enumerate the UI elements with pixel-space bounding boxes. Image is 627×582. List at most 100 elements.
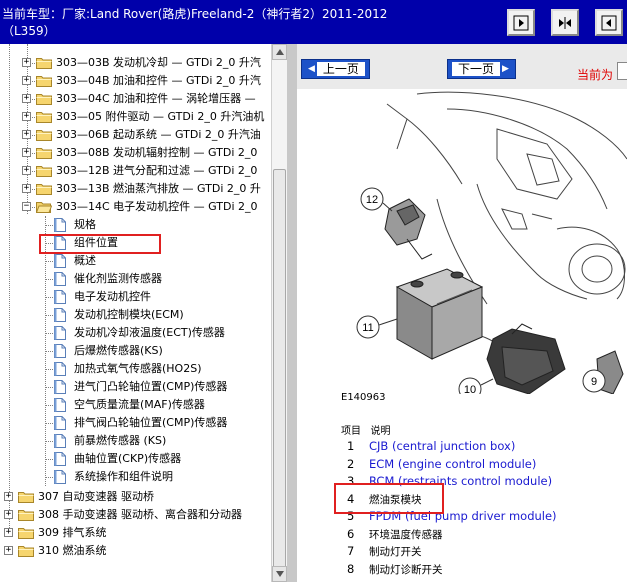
vehicle-title: 当前车型：厂家:Land Rover(路虎)Freeland-2（神行者2）20… xyxy=(2,7,388,38)
tree-folder-label: 303—04B 加油和控件 — GTDi 2_0 升汽 xyxy=(56,74,261,87)
tree-folder-item[interactable]: +309 排气系统 xyxy=(0,524,271,542)
tree-folder-label: 303—14C 电子发动机控件 — GTDi 2_0 xyxy=(56,200,258,213)
selected-item-highlight xyxy=(39,234,161,254)
document-icon xyxy=(54,326,66,340)
tree-folder-label: 303—12B 进气分配和过滤 — GTDi 2_0 xyxy=(56,164,258,177)
legend-number: 1 xyxy=(347,439,355,453)
folder-icon xyxy=(36,75,52,87)
callout-11: 11 xyxy=(362,322,373,334)
expand-icon[interactable]: + xyxy=(22,58,31,67)
tree-folder-item[interactable]: +308 手动变速器 驱动桥、离合器和分动器 xyxy=(0,506,271,524)
legend-text: 制动灯诊断开关 xyxy=(369,563,443,576)
tree-folder-item[interactable]: − 303—14C 电子发动机控件 — GTDi 2_0 xyxy=(0,198,271,216)
split-view-button[interactable] xyxy=(551,9,579,36)
expand-icon[interactable]: + xyxy=(4,528,13,537)
tree-doc-item[interactable]: 电子发动机控件 xyxy=(0,288,271,306)
tree-folder-label: 303—03B 发动机冷却 — GTDi 2_0 升汽 xyxy=(56,56,261,69)
expand-right-button[interactable] xyxy=(507,9,535,36)
tree-doc-label: 空气质量流量(MAF)传感器 xyxy=(74,398,205,411)
legend-number: 7 xyxy=(347,544,355,558)
tree-folder-label: 307 自动变速器 驱动桥 xyxy=(38,490,154,503)
tree-folder-item[interactable]: +303—04C 加油和控件 — 涡轮增压器 — xyxy=(0,90,271,108)
expand-icon[interactable]: + xyxy=(4,510,13,519)
tree-scrollbar[interactable] xyxy=(271,44,287,582)
tree-doc-label: 发动机控制模块(ECM) xyxy=(74,308,184,321)
expand-icon[interactable]: + xyxy=(22,148,31,157)
triangle-down-icon xyxy=(275,571,284,577)
callout-9: 9 xyxy=(591,376,597,388)
document-icon xyxy=(54,290,66,304)
folder-icon xyxy=(36,129,52,141)
tree-doc-item[interactable]: 发动机冷却液温度(ECT)传感器 xyxy=(0,324,271,342)
arrow-left-icon: ◀ xyxy=(308,64,315,74)
tree-folder-item[interactable]: +303—03B 发动机冷却 — GTDi 2_0 升汽 xyxy=(0,54,271,72)
document-icon xyxy=(54,416,66,430)
current-page-input[interactable] xyxy=(617,62,627,80)
expand-icon[interactable]: + xyxy=(22,166,31,175)
folder-icon xyxy=(36,93,52,105)
tree-doc-item[interactable]: 发动机控制模块(ECM) xyxy=(0,306,271,324)
tree-doc-item[interactable]: 概述 xyxy=(0,252,271,270)
tree-doc-item[interactable]: 规格 xyxy=(0,216,271,234)
pane-splitter[interactable] xyxy=(287,44,297,582)
expand-icon[interactable]: + xyxy=(4,546,13,555)
scroll-up-button[interactable] xyxy=(272,44,287,60)
scroll-thumb[interactable] xyxy=(273,169,286,582)
next-page-button[interactable]: 下一页 ▶ xyxy=(447,59,516,79)
tree-folder-label: 308 手动变速器 驱动桥、离合器和分动器 xyxy=(38,508,242,521)
tree-doc-item[interactable]: 空气质量流量(MAF)传感器 xyxy=(0,396,271,414)
expand-icon[interactable]: + xyxy=(22,76,31,85)
expand-icon[interactable]: + xyxy=(22,112,31,121)
tree-doc-label: 后爆燃传感器(KS) xyxy=(74,344,163,357)
legend-link[interactable]: CJB (central junction box) xyxy=(369,439,515,453)
tree-doc-item[interactable]: 催化剂监测传感器 xyxy=(0,270,271,288)
folder-icon xyxy=(36,165,52,177)
tree-doc-item[interactable]: 后爆燃传感器(KS) xyxy=(0,342,271,360)
legend-row[interactable]: 2 ECM (engine control module) xyxy=(347,455,536,473)
scroll-down-button[interactable] xyxy=(272,566,287,582)
collapse-icon[interactable]: − xyxy=(22,202,31,211)
tree-doc-label: 加热式氧气传感器(HO2S) xyxy=(74,362,202,375)
tree-folder-item[interactable]: +303—12B 进气分配和过滤 — GTDi 2_0 xyxy=(0,162,271,180)
component-11-battery xyxy=(395,268,484,360)
content-pane: ◀ 上一页 下一页 ▶ 当前为 12 11 10 9 E140963 项目 说明… xyxy=(297,44,627,582)
tree-panel: +303—03B 发动机冷却 — GTDi 2_0 升汽 +303—04B 加油和… xyxy=(0,44,271,582)
folder-icon xyxy=(18,491,34,503)
tree-folder-item[interactable]: +307 自动变速器 驱动桥 xyxy=(0,488,271,506)
callout-10: 10 xyxy=(464,384,476,394)
tree-doc-item[interactable]: 系统操作和组件说明 xyxy=(0,468,271,486)
title-bar: 当前车型：厂家:Land Rover(路虎)Freeland-2（神行者2）20… xyxy=(0,0,627,44)
tree-folder-item[interactable]: +310 燃油系统 xyxy=(0,542,271,560)
tree-doc-item[interactable]: 进气门凸轮轴位置(CMP)传感器 xyxy=(0,378,271,396)
document-icon xyxy=(54,362,66,376)
document-icon xyxy=(54,308,66,322)
tree-doc-label: 系统操作和组件说明 xyxy=(74,470,173,483)
document-icon xyxy=(54,344,66,358)
arrow-left-icon xyxy=(601,15,617,30)
prev-page-button[interactable]: ◀ 上一页 xyxy=(301,59,370,79)
expand-icon[interactable]: + xyxy=(22,184,31,193)
tree-folder-item[interactable]: +303—08B 发动机辐射控制 — GTDi 2_0 xyxy=(0,144,271,162)
legend-link[interactable]: ECM (engine control module) xyxy=(369,457,536,471)
legend-text: 环境温度传感器 xyxy=(369,528,443,541)
tree-doc-item[interactable]: 加热式氧气传感器(HO2S) xyxy=(0,360,271,378)
tree-doc-label: 电子发动机控件 xyxy=(74,290,151,303)
expand-icon[interactable]: + xyxy=(22,130,31,139)
expand-icon[interactable]: + xyxy=(4,492,13,501)
tree-doc-item[interactable]: 曲轴位置(CKP)传感器 xyxy=(0,450,271,468)
tree-folder-label: 303—13B 燃油蒸汽排放 — GTDi 2_0 升 xyxy=(56,182,261,195)
tree-folder-item[interactable]: +303—04B 加油和控件 — GTDi 2_0 升汽 xyxy=(0,72,271,90)
expand-left-button[interactable] xyxy=(595,9,623,36)
legend-row: 7 制动灯开关 xyxy=(347,542,422,560)
component-diagram: 12 11 10 9 xyxy=(356,91,627,394)
callout-12: 12 xyxy=(366,194,378,206)
expand-icon[interactable]: + xyxy=(22,94,31,103)
tree-doc-item[interactable]: 排气阀凸轮轴位置(CMP)传感器 xyxy=(0,414,271,432)
tree-doc-item[interactable]: 前暴燃传感器 (KS) xyxy=(0,432,271,450)
tree-folder-item[interactable]: +303—06B 起动系统 — GTDi 2_0 升汽油 xyxy=(0,126,271,144)
tree-folder-item[interactable]: +303—05 附件驱动 — GTDi 2_0 升汽油机 xyxy=(0,108,271,126)
current-page-label: 当前为 xyxy=(577,68,614,82)
legend-row[interactable]: 1 CJB (central junction box) xyxy=(347,437,515,455)
tree-folder-item[interactable]: +303—13B 燃油蒸汽排放 — GTDi 2_0 升 xyxy=(0,180,271,198)
tree-doc-label: 进气门凸轮轴位置(CMP)传感器 xyxy=(74,380,228,393)
